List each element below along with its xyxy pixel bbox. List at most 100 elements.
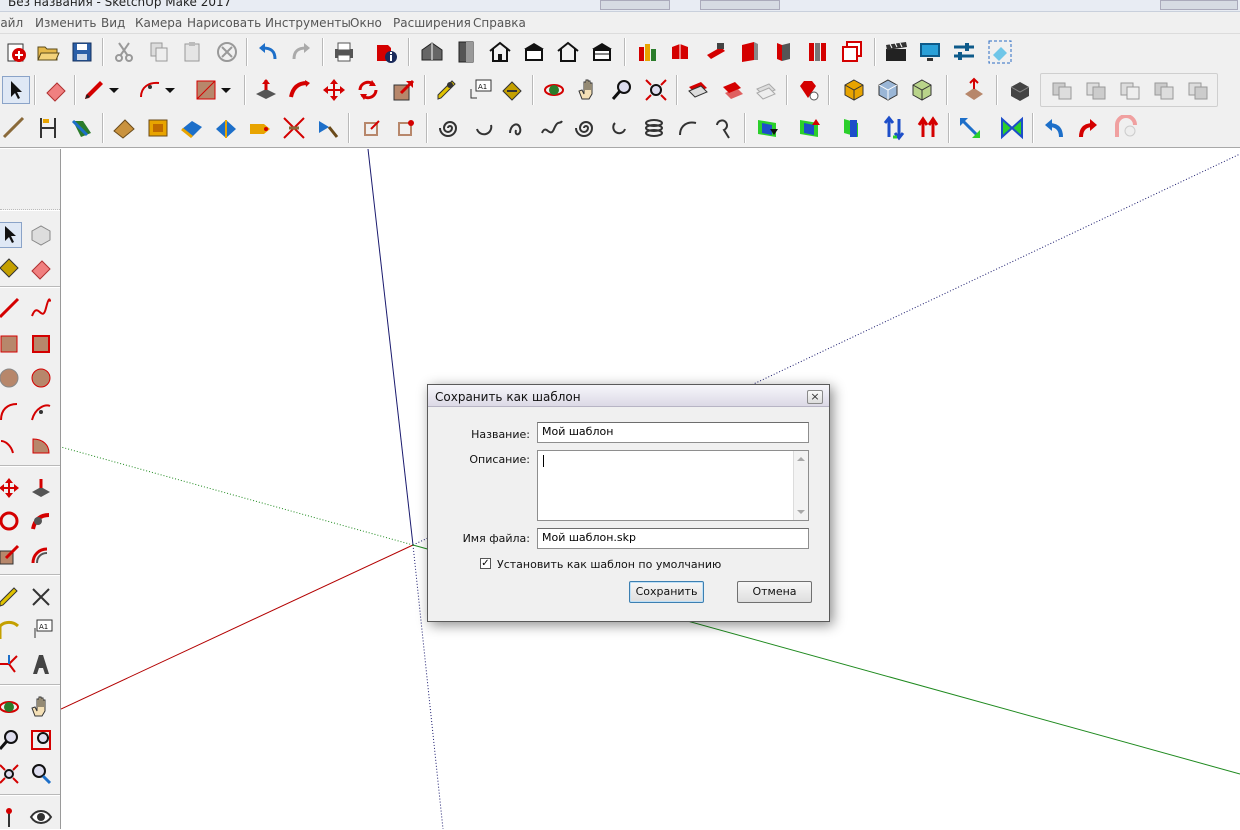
trim-icon[interactable] xyxy=(1184,76,1212,104)
sandbox-from-contours-icon[interactable] xyxy=(110,114,138,142)
zoom-extents-icon[interactable] xyxy=(642,76,670,104)
rectangle-icon[interactable] xyxy=(0,331,22,357)
description-scrollbar[interactable] xyxy=(793,451,808,520)
union-icon[interactable] xyxy=(1116,76,1144,104)
orbit-icon[interactable] xyxy=(0,694,22,720)
move-vertical-red-icon[interactable] xyxy=(914,114,942,142)
sandbox-from-scratch-icon[interactable] xyxy=(144,114,172,142)
smoove-icon[interactable] xyxy=(178,114,206,142)
copy-icon[interactable] xyxy=(145,38,173,66)
intersect-icon[interactable] xyxy=(1082,76,1110,104)
offset-icon[interactable] xyxy=(28,542,54,568)
scene-clapper-icon[interactable] xyxy=(882,38,910,66)
position-camera-icon[interactable] xyxy=(0,804,22,830)
sandbox-line-icon[interactable] xyxy=(0,114,28,142)
menu-file[interactable]: Файл xyxy=(0,16,23,30)
select-arrow-icon[interactable] xyxy=(2,76,30,104)
new-file-icon[interactable] xyxy=(2,38,30,66)
move-up-down-icon[interactable] xyxy=(880,114,908,142)
coil-icon[interactable] xyxy=(640,114,668,142)
back-view-icon[interactable] xyxy=(554,38,582,66)
chevron-down-icon[interactable] xyxy=(218,76,234,104)
spiral-icon[interactable] xyxy=(436,114,464,142)
tape-measure-icon[interactable] xyxy=(0,584,22,610)
zoom-window-icon[interactable] xyxy=(28,727,54,753)
chevron-down-icon[interactable] xyxy=(106,76,122,104)
chevron-down-icon[interactable] xyxy=(162,76,178,104)
description-field[interactable] xyxy=(537,450,809,521)
text-label-icon[interactable]: A1 xyxy=(28,617,54,643)
settings-sliders-icon[interactable] xyxy=(950,38,978,66)
two-point-arc-icon[interactable] xyxy=(28,399,54,425)
save-button[interactable]: Сохранить xyxy=(629,581,704,603)
scenes-stack-icon[interactable] xyxy=(838,38,866,66)
scroll-down-icon[interactable] xyxy=(797,510,805,514)
pan-hand-icon[interactable] xyxy=(28,694,54,720)
menu-tools[interactable]: Инструменты xyxy=(265,16,351,30)
rectangle-icon[interactable] xyxy=(192,76,220,104)
look-around-eye-icon[interactable] xyxy=(28,804,54,830)
layout-icon[interactable] xyxy=(770,38,798,66)
style-builder-icon[interactable] xyxy=(804,38,832,66)
menu-draw[interactable]: Нарисовать xyxy=(187,16,261,30)
dialog-titlebar[interactable]: Сохранить как шаблон × xyxy=(428,385,829,407)
move-icon[interactable] xyxy=(320,76,348,104)
name-field[interactable]: Мой шаблон xyxy=(537,422,809,443)
filename-field[interactable]: Мой шаблон.skp xyxy=(537,528,809,549)
section-plane-icon[interactable] xyxy=(684,76,712,104)
polygon-icon[interactable] xyxy=(28,365,54,391)
warehouse-icon[interactable] xyxy=(634,38,662,66)
hook-curve-icon[interactable] xyxy=(606,114,634,142)
drape-tag-icon[interactable] xyxy=(246,114,274,142)
axes-tool-icon[interactable] xyxy=(960,76,988,104)
3d-text-icon[interactable] xyxy=(28,651,54,677)
zoom-icon[interactable] xyxy=(608,76,636,104)
follow-me-icon[interactable] xyxy=(28,508,54,534)
make-component-icon[interactable] xyxy=(28,222,54,248)
display-icon[interactable] xyxy=(916,38,944,66)
menu-view[interactable]: Вид xyxy=(101,16,125,30)
add-detail-icon[interactable] xyxy=(280,114,308,142)
curve-icon[interactable] xyxy=(470,114,498,142)
style-xray-icon[interactable] xyxy=(840,76,868,104)
protractor-icon[interactable] xyxy=(0,617,22,643)
paint-bucket-icon[interactable] xyxy=(498,76,526,104)
save-icon[interactable] xyxy=(68,38,96,66)
face-arrow-up-icon[interactable] xyxy=(796,114,824,142)
disabled-tool-icon[interactable] xyxy=(1112,114,1140,142)
paste-icon[interactable] xyxy=(178,38,206,66)
dimension-icon[interactable] xyxy=(28,584,54,610)
circle-icon[interactable] xyxy=(0,365,22,391)
bowtie-face-icon[interactable] xyxy=(998,114,1026,142)
face-arrow-down-icon[interactable] xyxy=(754,114,782,142)
section-cuts-icon[interactable] xyxy=(718,76,746,104)
share-model-icon[interactable] xyxy=(668,38,696,66)
scale-icon[interactable] xyxy=(0,542,22,568)
pan-hand-icon[interactable] xyxy=(574,76,602,104)
line-pencil-icon[interactable] xyxy=(0,295,22,321)
open-folder-icon[interactable] xyxy=(34,38,62,66)
eraser-icon[interactable] xyxy=(28,255,54,281)
select-arrow-icon[interactable] xyxy=(0,222,22,248)
style-shaded-icon[interactable] xyxy=(908,76,936,104)
move-icon[interactable] xyxy=(0,475,22,501)
freehand-icon[interactable] xyxy=(28,295,54,321)
zoom-extents-icon[interactable] xyxy=(0,761,22,787)
dimension-icon[interactable] xyxy=(34,114,62,142)
arc-curve-icon[interactable] xyxy=(674,114,702,142)
right-view-icon[interactable] xyxy=(520,38,548,66)
menu-window[interactable]: Окно xyxy=(350,16,382,30)
stamp-icon[interactable] xyxy=(212,114,240,142)
face-vertical-icon[interactable] xyxy=(838,114,866,142)
three-point-arc-icon[interactable] xyxy=(0,432,22,458)
loop-curve-icon[interactable] xyxy=(708,114,736,142)
top-view-icon[interactable] xyxy=(452,38,480,66)
ruby-console-icon[interactable] xyxy=(794,76,822,104)
left-view-icon[interactable] xyxy=(588,38,616,66)
rotate-icon[interactable] xyxy=(0,508,22,534)
window-controls[interactable] xyxy=(1160,0,1238,10)
text-label-icon[interactable]: A1 xyxy=(466,76,494,104)
undo-arrow-blue-icon[interactable] xyxy=(1040,114,1068,142)
arc-icon[interactable] xyxy=(0,399,22,425)
wave-curve-icon[interactable] xyxy=(538,114,566,142)
